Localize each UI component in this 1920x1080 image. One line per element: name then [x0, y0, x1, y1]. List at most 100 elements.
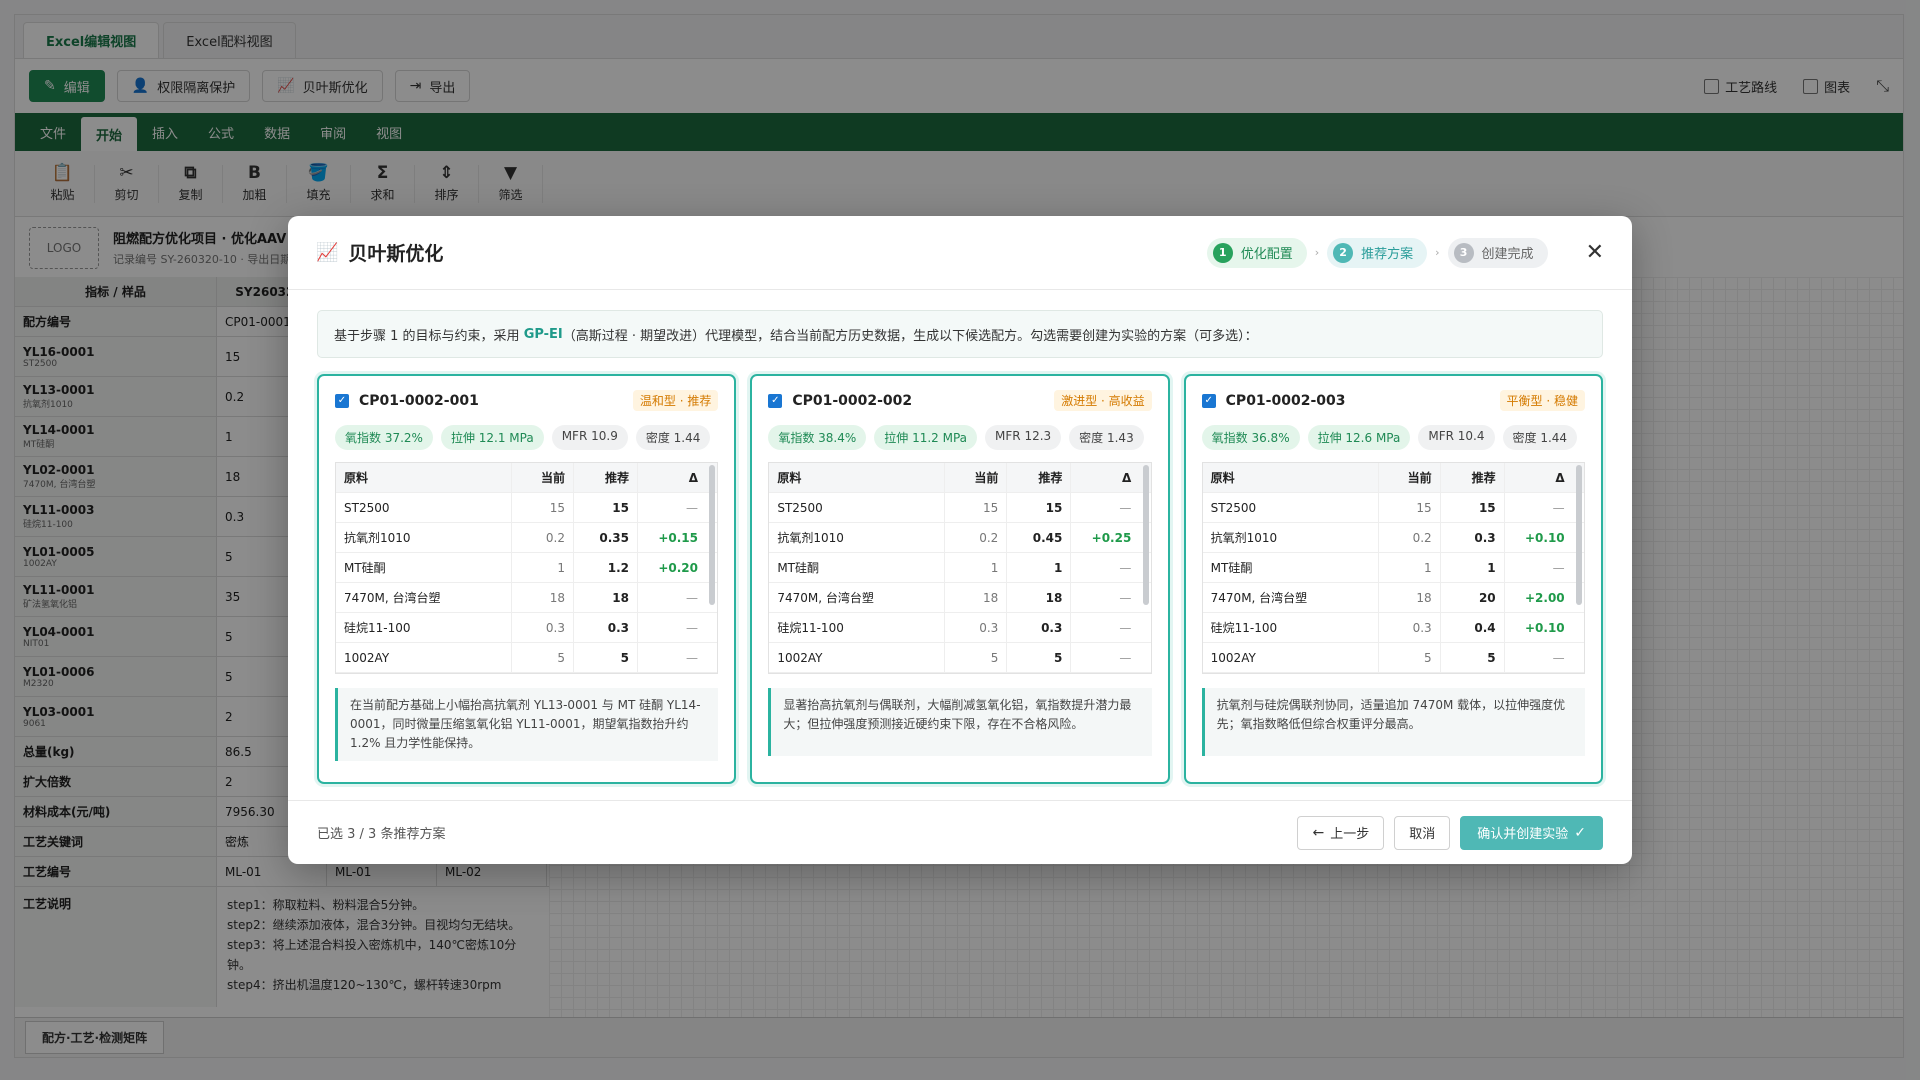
prev-button[interactable]: ← 上一步: [1297, 815, 1385, 850]
recommended-cell: 0.4: [1441, 613, 1505, 642]
material-cell: 7470M, 台湾台塑: [336, 583, 512, 612]
step-num: 1: [1212, 242, 1233, 263]
recommended-cell: 15: [574, 493, 638, 522]
col-current: 当前: [1379, 463, 1441, 492]
delta-cell: —: [1119, 590, 1132, 605]
table-row: 1002AY 5 5—: [769, 643, 1151, 673]
current-cell: 5: [512, 643, 574, 672]
current-cell: 0.2: [1379, 523, 1441, 552]
table-header-row: 原料 当前 推荐 Δ: [1202, 463, 1584, 493]
modal-header: 📈 贝叶斯优化 1 优化配置 › 2 推荐方案 › 3 创建完成 ✕: [288, 216, 1632, 290]
col-material: 原料: [336, 463, 512, 492]
check-icon: ✓: [1574, 824, 1586, 841]
table-row: 7470M, 台湾台塑 18 18—: [336, 583, 718, 613]
material-cell: 1002AY: [1203, 643, 1379, 672]
step-num: 2: [1333, 242, 1354, 263]
card-header: ✓ CP01-0002-001 温和型 · 推荐: [335, 390, 719, 411]
delta-cell: +0.15: [658, 530, 698, 545]
metric-badge: 拉伸 12.6 MPa: [1307, 425, 1411, 450]
recommended-cell: 15: [1441, 493, 1505, 522]
recommended-cell: 5: [1441, 643, 1505, 672]
material-cell: 硅烷11-100: [769, 613, 946, 642]
close-icon[interactable]: ✕: [1586, 240, 1604, 265]
current-cell: 1: [945, 553, 1008, 582]
delta-cell: —: [1119, 500, 1132, 515]
metric-badge: 拉伸 12.1 MPa: [440, 425, 544, 450]
table-header-row: 原料 当前 推荐 Δ: [336, 463, 718, 493]
current-cell: 0.2: [512, 523, 574, 552]
metric-badge: MFR 10.9: [551, 425, 628, 450]
material-cell: 1002AY: [336, 643, 512, 672]
intro-text-rest: （高斯过程 · 期望改进）代理模型，结合当前配方历史数据，生成以下候选配方。勾选…: [562, 328, 1258, 344]
recommended-cell: 1: [1007, 553, 1072, 582]
col-recommended: 推荐: [574, 463, 638, 492]
card-header: ✓ CP01-0002-003 平衡型 · 稳健: [1201, 390, 1585, 411]
recommended-cell: 20: [1441, 583, 1505, 612]
metric-badge: 氧指数 37.2%: [335, 425, 433, 450]
delta-cell: —: [1119, 560, 1132, 575]
col-material: 原料: [769, 463, 946, 492]
current-cell: 1: [1379, 553, 1441, 582]
candidate-card[interactable]: ✓ CP01-0002-001 温和型 · 推荐氧指数 37.2% 拉伸 12.1 M…: [317, 374, 737, 784]
table-row: 抗氧剂1010 0.2 0.45 +0.25: [769, 523, 1151, 553]
material-cell: 抗氧剂1010: [769, 523, 946, 552]
material-cell: 硅烷11-100: [1203, 613, 1379, 642]
recommended-cell: 1: [1441, 553, 1505, 582]
metric-badge: MFR 12.3: [985, 425, 1062, 450]
recommended-cell: 0.3: [1441, 523, 1505, 552]
intro-text: 基于步骤 1 的目标与约束，采用: [334, 328, 520, 344]
recommended-cell: 18: [1007, 583, 1072, 612]
card-note: 显著抬高抗氧剂与偶联剂，大幅削减氢氧化铝，氧指数提升潜力最大；但拉伸强度预测接近…: [768, 688, 1152, 756]
table-scrollbar[interactable]: [709, 465, 716, 605]
card-tag: 温和型 · 推荐: [632, 390, 719, 411]
table-row: 抗氧剂1010 0.2 0.35 +0.15: [336, 523, 718, 553]
recommended-cell: 15: [1007, 493, 1072, 522]
table-row: 7470M, 台湾台塑 18 20 +2.00: [1202, 583, 1584, 613]
table-row: MT硅酮 1 1—: [1202, 553, 1584, 583]
select-checkbox[interactable]: ✓: [768, 393, 783, 408]
cancel-button[interactable]: 取消: [1394, 815, 1451, 850]
current-cell: 1: [512, 553, 574, 582]
metric-badge: MFR 10.4: [1418, 425, 1495, 450]
metric-badge: 拉伸 11.2 MPa: [874, 425, 978, 450]
material-cell: 1002AY: [769, 643, 946, 672]
line-chart-icon: 📈: [316, 241, 339, 263]
table-scrollbar[interactable]: [1575, 465, 1582, 605]
candidate-card[interactable]: ✓ CP01-0002-002 激进型 · 高收益 氧指数 38.4% 拉伸 11.2 …: [750, 374, 1170, 784]
card-metrics: 氧指数 38.4% 拉伸 11.2 MPa MFR 12.3 密度 1.43: [768, 425, 1151, 450]
step-2: 2 推荐方案: [1327, 237, 1428, 268]
current-cell: 15: [945, 493, 1008, 522]
recommended-cell: 5: [1007, 643, 1072, 672]
arrow-left-icon: ←: [1312, 824, 1325, 841]
col-recommended: 推荐: [1441, 463, 1505, 492]
card-note: 在当前配方基础上小幅抬高抗氧剂 YL13-0001 与 MT 硅酮 YL14-0…: [335, 688, 719, 761]
table-row: 硅烷11-100 0.3 0.3—: [769, 613, 1151, 643]
material-cell: 抗氧剂1010: [1203, 523, 1379, 552]
material-cell: ST2500: [769, 493, 946, 522]
table-row: 7470M, 台湾台塑 18 18—: [769, 583, 1151, 613]
col-current: 当前: [512, 463, 574, 492]
bayes-modal: 📈 贝叶斯优化 1 优化配置 › 2 推荐方案 › 3 创建完成 ✕ 基于步骤 1 的目…: [288, 216, 1632, 864]
delta-cell: —: [1552, 560, 1565, 575]
card-name: CP01-0002-002: [792, 392, 913, 409]
card-name: CP01-0002-001: [359, 392, 479, 409]
select-checkbox[interactable]: ✓: [335, 393, 349, 408]
material-cell: MT硅酮: [1203, 553, 1379, 582]
modal-title: 📈 贝叶斯优化: [316, 239, 443, 266]
current-cell: 15: [512, 493, 574, 522]
modal-footer: 已选 3 / 3 条推荐方案 ← 上一步 取消 确认并创建实验 ✓: [288, 800, 1632, 864]
material-cell: 硅烷11-100: [336, 613, 512, 642]
step-label: 推荐方案: [1361, 247, 1414, 262]
current-cell: 5: [945, 643, 1008, 672]
card-name: CP01-0002-003: [1225, 392, 1346, 409]
material-cell: ST2500: [1203, 493, 1379, 522]
material-cell: 7470M, 台湾台塑: [769, 583, 946, 612]
step-3: 3 创建完成: [1447, 237, 1548, 268]
table-scrollbar[interactable]: [1142, 465, 1149, 605]
delta-cell: —: [686, 620, 698, 635]
candidate-card[interactable]: ✓ CP01-0002-003 平衡型 · 稳健 氧指数 36.8% 拉伸 12.6 M…: [1183, 374, 1603, 784]
table-row: 抗氧剂1010 0.2 0.3 +0.10: [1202, 523, 1584, 553]
select-checkbox[interactable]: ✓: [1201, 393, 1216, 408]
current-cell: 0.2: [945, 523, 1008, 552]
confirm-create-button[interactable]: 确认并创建实验 ✓: [1460, 815, 1603, 850]
